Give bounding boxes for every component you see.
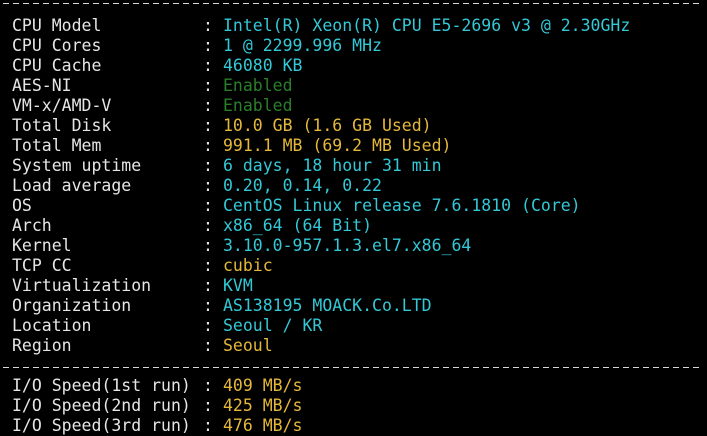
info-colon: : bbox=[203, 196, 213, 215]
info-value: Intel(R) Xeon(R) CPU E5-2696 v3 @ 2.30GH… bbox=[223, 16, 631, 35]
info-label: Kernel bbox=[12, 236, 72, 255]
info-value: Enabled bbox=[223, 76, 293, 95]
io-colon: : bbox=[203, 416, 213, 435]
info-label: Total Disk bbox=[12, 116, 112, 135]
io-colon: : bbox=[203, 396, 213, 415]
info-value: 0.20, 0.14, 0.22 bbox=[223, 176, 382, 195]
info-colon: : bbox=[203, 336, 213, 355]
io-value: 476 MB/s bbox=[223, 416, 303, 435]
info-label: Load average bbox=[12, 176, 132, 195]
io-colon: : bbox=[203, 376, 213, 395]
info-label: CPU Cores bbox=[12, 36, 102, 55]
info-label: Arch bbox=[12, 216, 52, 235]
info-value: Seoul bbox=[223, 336, 273, 355]
info-label: Organization bbox=[12, 296, 132, 315]
io-value: 425 MB/s bbox=[223, 396, 303, 415]
info-value: CentOS Linux release 7.6.1810 (Core) bbox=[223, 196, 581, 215]
terminal-window: CPU Model: Intel(R) Xeon(R) CPU E5-2696 v… bbox=[0, 0, 707, 435]
info-colon: : bbox=[203, 176, 213, 195]
info-value: 1 @ 2299.996 MHz bbox=[223, 36, 382, 55]
info-colon: : bbox=[203, 96, 213, 115]
io-label: I/O Speed(2nd run) bbox=[12, 396, 191, 415]
info-label: Virtualization bbox=[12, 276, 152, 295]
info-colon: : bbox=[203, 16, 213, 35]
info-value: 991.1 MB (69.2 MB Used) bbox=[223, 136, 452, 155]
info-value: x86_64 (64 Bit) bbox=[223, 216, 373, 235]
info-label: TCP CC bbox=[12, 256, 72, 275]
info-colon: : bbox=[203, 256, 213, 275]
info-colon: : bbox=[203, 76, 213, 95]
info-label: System uptime bbox=[12, 156, 142, 175]
info-colon: : bbox=[203, 36, 213, 55]
info-label: AES-NI bbox=[12, 76, 72, 95]
info-label: Location bbox=[12, 316, 92, 335]
info-colon: : bbox=[203, 136, 213, 155]
info-value: KVM bbox=[223, 276, 253, 295]
info-colon: : bbox=[203, 56, 213, 75]
info-label: VM-x/AMD-V bbox=[12, 96, 112, 115]
info-label: Total Mem bbox=[12, 136, 102, 155]
info-label: CPU Cache bbox=[12, 56, 102, 75]
info-label: OS bbox=[12, 196, 32, 215]
info-value: Seoul / KR bbox=[223, 316, 323, 335]
info-value: AS138195 MOACK.Co.LTD bbox=[223, 296, 432, 315]
info-value: Enabled bbox=[223, 96, 293, 115]
info-colon: : bbox=[203, 276, 213, 295]
separator-top bbox=[3, 3, 703, 5]
info-colon: : bbox=[203, 156, 213, 175]
info-colon: : bbox=[203, 296, 213, 315]
info-label: CPU Model bbox=[12, 16, 102, 35]
info-label: Region bbox=[12, 336, 72, 355]
info-value: 46080 KB bbox=[223, 56, 303, 75]
info-value: cubic bbox=[223, 256, 273, 275]
info-value: 3.10.0-957.1.3.el7.x86_64 bbox=[223, 236, 472, 255]
io-label: I/O Speed(1st run) bbox=[12, 376, 191, 395]
info-colon: : bbox=[203, 216, 213, 235]
separator-middle bbox=[3, 367, 703, 369]
io-value: 409 MB/s bbox=[223, 376, 303, 395]
io-label: I/O Speed(3rd run) bbox=[12, 416, 191, 435]
info-colon: : bbox=[203, 316, 213, 335]
info-colon: : bbox=[203, 236, 213, 255]
info-value: 10.0 GB (1.6 GB Used) bbox=[223, 116, 432, 135]
info-colon: : bbox=[203, 116, 213, 135]
info-value: 6 days, 18 hour 31 min bbox=[223, 156, 442, 175]
